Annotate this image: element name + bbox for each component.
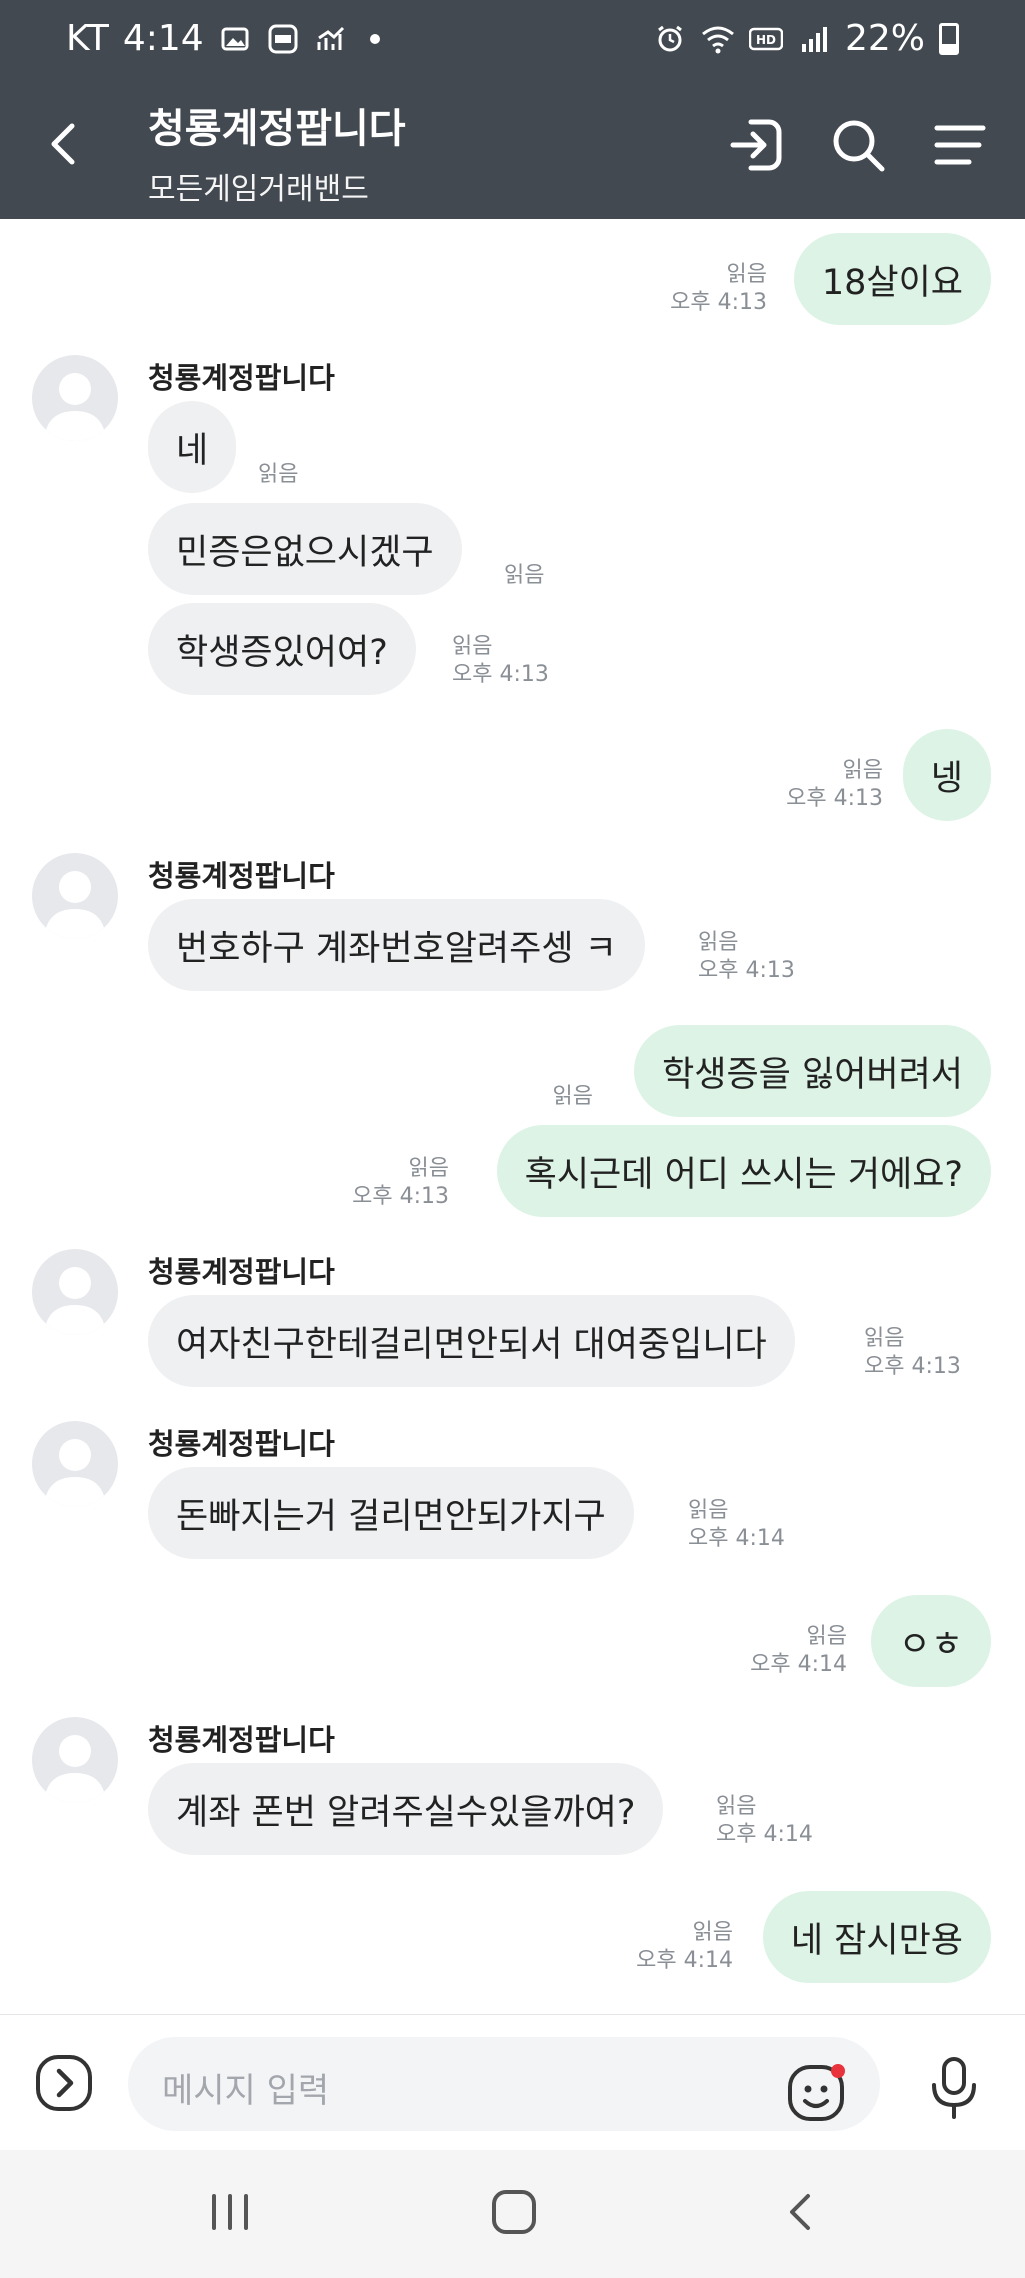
incoming-message[interactable]: 민증은없으시겠구 xyxy=(148,503,462,595)
read-receipt: 읽음 xyxy=(806,1624,847,1649)
alarm-icon xyxy=(653,22,687,56)
message-time: 오후 4:14 xyxy=(636,1948,733,1973)
message-input-placeholder: 메시지 입력 xyxy=(162,2071,330,2111)
message-time: 오후 4:14 xyxy=(716,1822,813,1847)
top-bar: KT 4:14 HD 22% 청룡계정팝니다 모든게임거래밴드 xyxy=(0,0,1025,219)
battery-percent: 22% xyxy=(844,18,925,59)
read-receipt: 읽음 xyxy=(452,634,493,659)
avatar[interactable] xyxy=(32,853,118,939)
incoming-message[interactable]: 돈빠지는거 걸리면안되가지구 xyxy=(148,1467,634,1559)
enter-icon xyxy=(730,119,782,171)
back-button[interactable] xyxy=(34,114,94,174)
emoji-icon xyxy=(788,2064,845,2121)
system-nav-bar xyxy=(0,2150,1025,2278)
menu-icon xyxy=(934,125,986,165)
incoming-message[interactable]: 여자친구한테걸리면안되서 대여중입니다 xyxy=(148,1295,795,1387)
sender-name: 청룡계정팝니다 xyxy=(148,1427,335,1461)
menu-button[interactable] xyxy=(929,114,991,176)
outgoing-message[interactable]: 혹시근데 어디 쓰시는 거에요? xyxy=(496,1125,991,1217)
page-title: 청룡계정팝니다 xyxy=(148,106,406,152)
incoming-message[interactable]: 네 xyxy=(148,401,237,493)
battery-icon xyxy=(939,22,959,55)
chat-header: 청룡계정팝니다 모든게임거래밴드 xyxy=(0,84,1025,219)
search-button[interactable] xyxy=(827,114,889,176)
read-receipt: 읽음 xyxy=(504,563,545,588)
recent-apps-button[interactable] xyxy=(200,2182,260,2242)
incoming-message[interactable]: 번호하구 계좌번호알려주셍 ㅋ xyxy=(148,899,645,991)
read-receipt: 읽음 xyxy=(698,930,739,955)
avatar[interactable] xyxy=(32,355,118,441)
message-time: 오후 4:13 xyxy=(670,290,767,315)
hd-voice-icon: HD xyxy=(748,22,783,56)
incoming-message[interactable]: 계좌 폰번 알려주실수있을까여? xyxy=(148,1763,664,1855)
incoming-message[interactable]: 학생증있어여? xyxy=(148,603,416,695)
default-avatar-icon xyxy=(44,1439,106,1507)
sender-name: 청룡계정팝니다 xyxy=(148,361,335,395)
read-receipt: 읽음 xyxy=(552,1084,593,1109)
message-time: 오후 4:14 xyxy=(688,1526,785,1551)
app-notification-icon xyxy=(266,22,300,56)
notification-dot-icon xyxy=(369,33,380,44)
default-avatar-icon xyxy=(44,373,106,441)
message-list[interactable]: 읽음 오후 4:13 18살이요 청룡계정팝니다 네 읽음 민증은없으시겠구 읽… xyxy=(0,219,1025,2014)
read-receipt: 읽음 xyxy=(688,1498,729,1523)
message-time: 오후 4:14 xyxy=(750,1652,847,1677)
default-avatar-icon xyxy=(44,1267,106,1335)
default-avatar-icon xyxy=(44,871,106,939)
enter-room-button[interactable] xyxy=(725,114,787,176)
expand-button[interactable] xyxy=(34,2053,94,2113)
sender-name: 청룡계정팝니다 xyxy=(148,1723,335,1757)
message-time: 오후 4:13 xyxy=(352,1184,449,1209)
read-receipt: 읽음 xyxy=(726,262,767,287)
emoji-button[interactable] xyxy=(786,2061,848,2123)
system-back-button[interactable] xyxy=(772,2182,832,2242)
read-receipt: 읽음 xyxy=(692,1920,733,1945)
search-icon xyxy=(833,120,885,172)
home-button[interactable] xyxy=(484,2182,544,2242)
message-input[interactable]: 메시지 입력 xyxy=(128,2037,880,2131)
signal-icon xyxy=(797,22,831,56)
avatar[interactable] xyxy=(32,1717,118,1803)
chevron-left-icon xyxy=(790,2194,810,2230)
gallery-icon xyxy=(218,22,252,56)
read-receipt: 읽음 xyxy=(408,1156,449,1181)
clock: 4:14 xyxy=(122,18,204,59)
avatar[interactable] xyxy=(32,1249,118,1335)
message-time: 오후 4:13 xyxy=(786,786,883,811)
chevron-right-circle-icon xyxy=(36,2055,92,2111)
default-avatar-icon xyxy=(44,1735,106,1803)
carrier-label: KT xyxy=(66,18,109,59)
outgoing-message[interactable]: 학생증을 잃어버려서 xyxy=(634,1025,991,1117)
outgoing-message[interactable]: 네 잠시만용 xyxy=(762,1891,991,1983)
voice-button[interactable] xyxy=(926,2055,982,2121)
sender-name: 청룡계정팝니다 xyxy=(148,1255,335,1289)
title-block: 청룡계정팝니다 모든게임거래밴드 xyxy=(148,96,406,208)
message-time: 오후 4:13 xyxy=(452,662,549,687)
page-subtitle: 모든게임거래밴드 xyxy=(148,172,369,207)
sender-name: 청룡계정팝니다 xyxy=(148,859,335,893)
home-icon xyxy=(492,2190,536,2234)
read-receipt: 읽음 xyxy=(864,1326,905,1351)
outgoing-message[interactable]: ㅇㅎ xyxy=(870,1595,991,1687)
recent-apps-icon xyxy=(212,2194,248,2230)
microphone-icon xyxy=(932,2057,976,2119)
status-bar: KT 4:14 HD 22% xyxy=(0,0,1025,84)
message-time: 오후 4:13 xyxy=(864,1354,961,1379)
avatar[interactable] xyxy=(32,1421,118,1507)
chevron-left-icon xyxy=(51,123,75,165)
outgoing-message[interactable]: 넹 xyxy=(902,729,991,821)
read-receipt: 읽음 xyxy=(258,462,299,487)
read-receipt: 읽음 xyxy=(842,758,883,783)
stats-icon xyxy=(314,22,348,56)
message-time: 오후 4:13 xyxy=(698,958,795,983)
read-receipt: 읽음 xyxy=(716,1794,757,1819)
outgoing-message[interactable]: 18살이요 xyxy=(793,233,991,325)
wifi-icon xyxy=(701,22,735,56)
svg-text:HD: HD xyxy=(756,33,776,47)
message-input-bar: 메시지 입력 xyxy=(0,2014,1025,2150)
